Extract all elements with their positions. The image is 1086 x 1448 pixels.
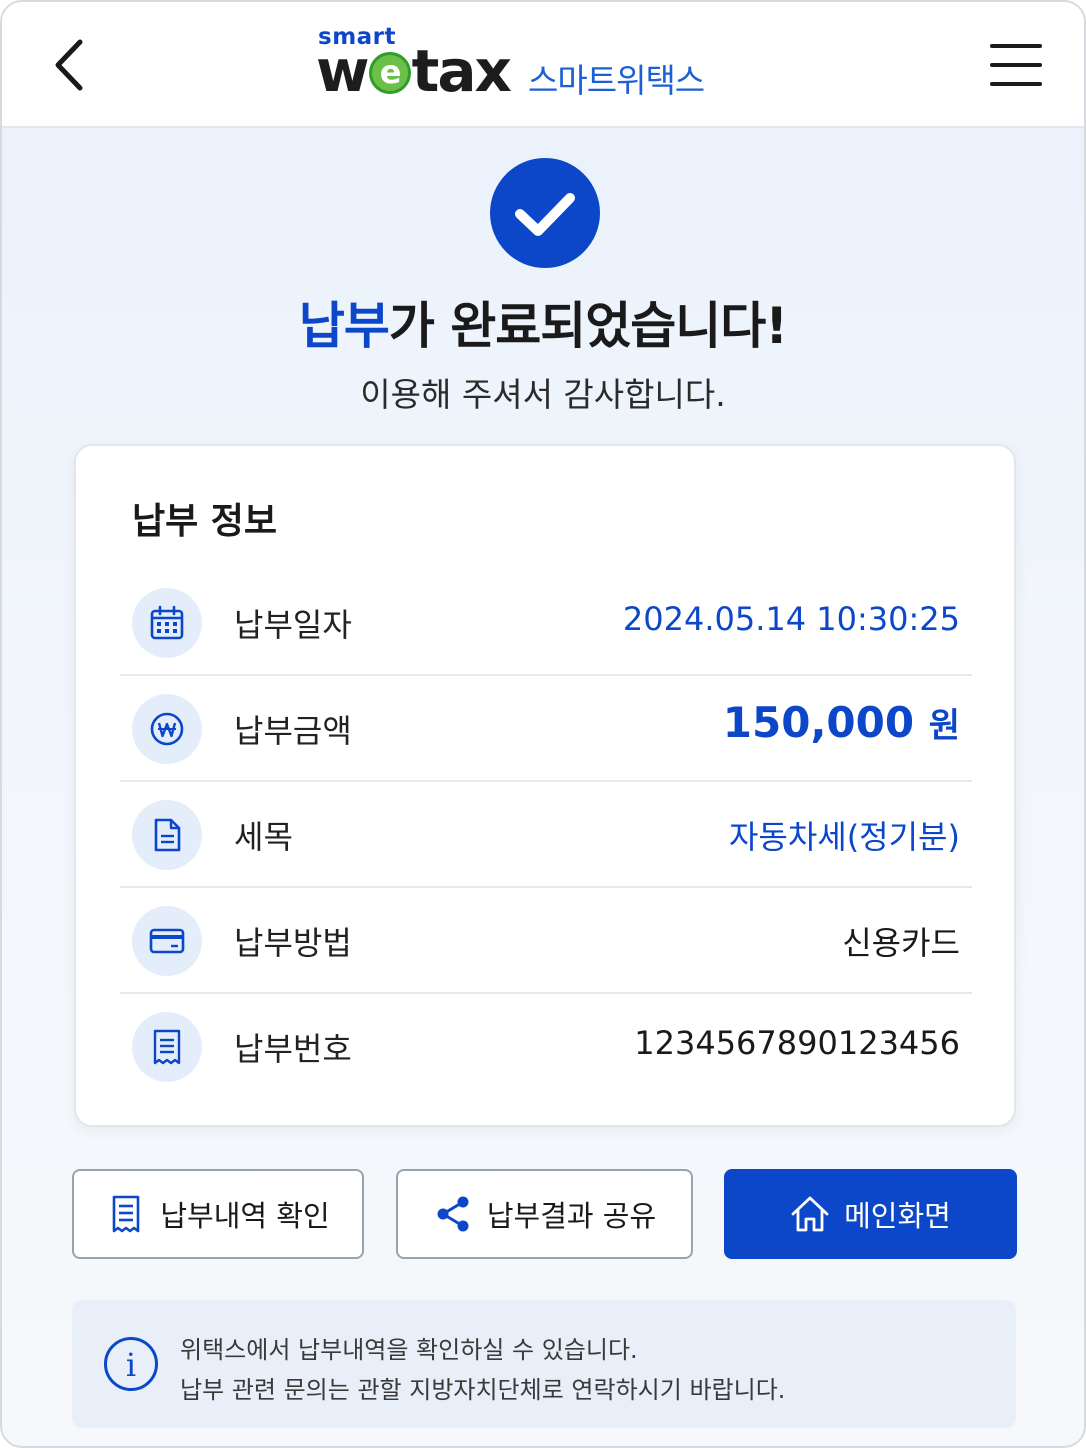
payment-method-value: 신용카드 [842,924,960,962]
home-icon [791,1196,829,1232]
main-screen-button[interactable]: 메인화면 [724,1169,1017,1259]
tax-item-value: 자동차세(정기분) [728,818,960,856]
completion-title: 납부가 완료되었습니다! [2,286,1084,358]
notice-box: i 위택스에서 납부내역을 확인하실 수 있습니다. 납부 관련 문의는 관할 … [72,1300,1016,1428]
row-label: 납부금액 [234,712,352,750]
main-screen-label: 메인화면 [844,1199,951,1233]
amount-number: 150,000 [722,698,915,747]
back-button[interactable] [46,32,102,98]
share-result-label: 납부결과 공유 [486,1199,657,1233]
row-payment-method: 납부방법 신용카드 [120,888,972,994]
completion-subtitle: 이용해 주셔서 감사합니다. [360,375,726,414]
row-payment-number: 납부번호 1234567890123456 [120,994,972,1100]
top-header: smart w e tax 스마트위택스 [2,2,1084,128]
row-label: 납부일자 [234,606,352,644]
menu-button[interactable] [986,38,1046,92]
hamburger-menu-icon [990,44,1042,86]
share-icon [437,1196,469,1232]
view-history-label: 납부내역 확인 [160,1199,330,1233]
row-payment-amount: 납부금액 150,000 원 [120,676,972,782]
payment-amount-value: 150,000 원 [723,698,960,747]
app-frame: smart w e tax 스마트위택스 납부가 완료되었습니다! 이용해 주셔서 … [0,0,1086,1448]
share-result-button[interactable]: 납부결과 공유 [396,1169,693,1259]
info-icon: i [104,1337,158,1391]
row-label: 납부번호 [234,1030,352,1068]
won-coin-icon [132,694,202,764]
payment-date-value: 2024.05.14 10:30:25 [622,600,960,638]
payment-info-card: 납부 정보 납부일자 2024.05.14 10:30:25 납부금액 150,… [74,444,1016,1127]
card-title: 납부 정보 [132,501,278,542]
amount-unit: 원 [928,706,960,746]
row-tax-item: 세목 자동차세(정기분) [120,782,972,888]
notice-line-1: 위택스에서 납부내역을 확인하실 수 있습니다. [180,1336,638,1364]
document-icon [132,800,202,870]
row-label: 납부방법 [234,924,352,962]
notice-line-2: 납부 관련 문의는 관할 지방자치단체로 연락하시기 바랍니다. [180,1376,786,1404]
receipt-icon [113,1195,140,1233]
chevron-left-icon [55,39,83,91]
check-circle-icon [490,158,600,268]
title-accent: 납부 [298,297,390,355]
logo-korean-name: 스마트위택스 [528,61,705,100]
logo-wordmark: w e tax [316,37,512,105]
checkmark-icon [515,193,575,236]
title-rest: 가 완료되었습니다! [388,297,788,355]
logo-w: w [316,37,370,105]
payment-number-value: 1234567890123456 [634,1024,960,1062]
receipt-icon [132,1012,202,1082]
credit-card-icon [132,906,202,976]
row-payment-date: 납부일자 2024.05.14 10:30:25 [120,570,972,676]
row-label: 세목 [234,818,293,856]
calendar-icon [132,588,202,658]
view-history-button[interactable]: 납부내역 확인 [72,1169,364,1259]
logo-tax: tax [411,37,512,105]
logo-e-circle: e [368,52,411,94]
